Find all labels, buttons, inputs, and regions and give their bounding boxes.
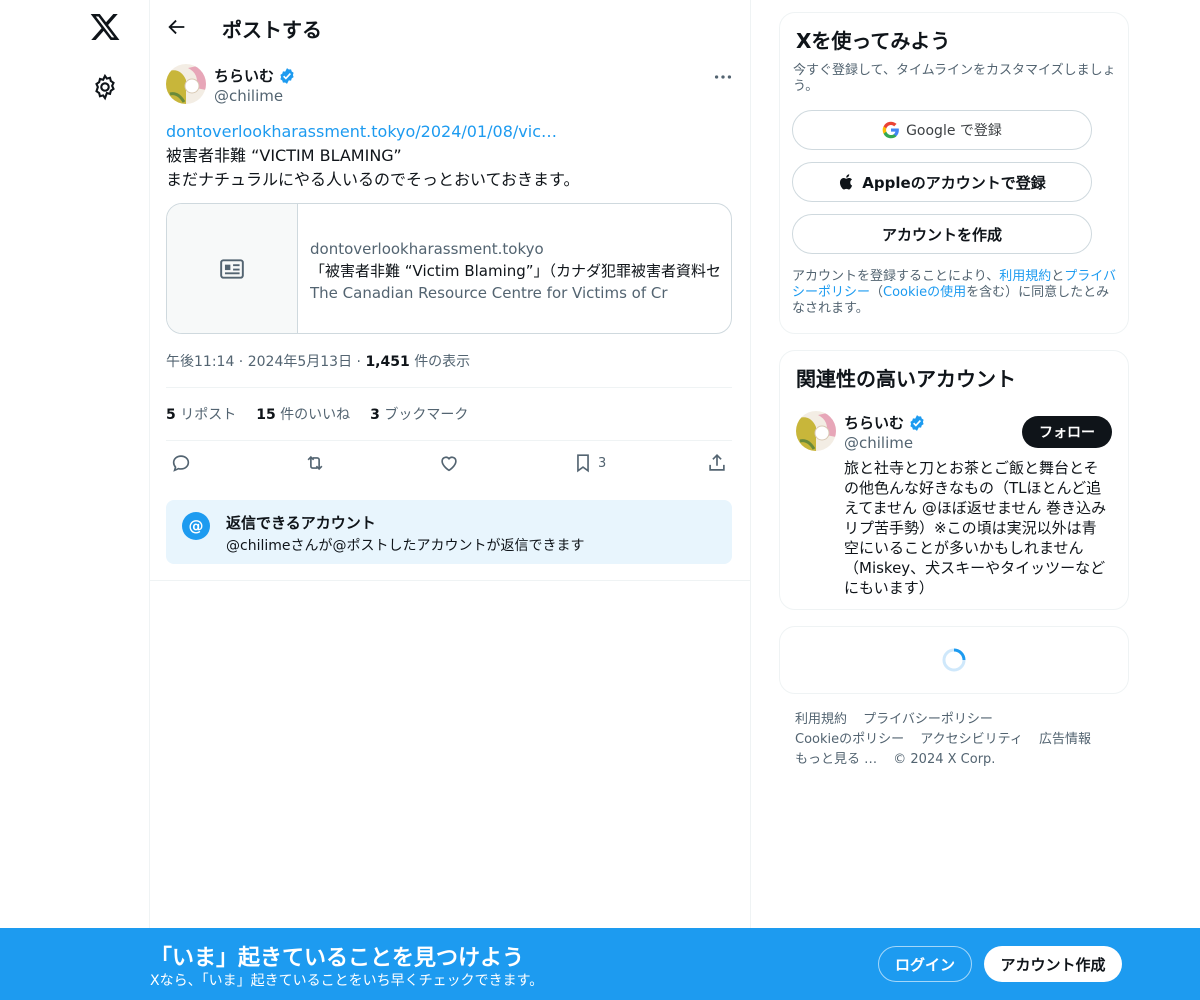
footer-more-link[interactable]: もっと見る … xyxy=(795,752,877,767)
reply-restriction-description: @chilimeさんが@ポストしたアカウントが返信できます xyxy=(226,538,585,554)
author-handle[interactable]: @chilime xyxy=(214,87,283,105)
divider xyxy=(166,440,732,441)
post-text-line-1: 被害者非難 “VICTIM BLAMING” xyxy=(166,146,402,165)
views-count: 1,451 xyxy=(365,354,410,370)
footer-ads-link[interactable]: 広告情報 xyxy=(1039,732,1091,747)
avatar[interactable] xyxy=(796,411,836,451)
footer-cookie-link[interactable]: Cookieのポリシー xyxy=(795,732,904,747)
x-logo-icon[interactable] xyxy=(89,11,121,43)
google-icon xyxy=(882,121,899,139)
share-icon xyxy=(709,454,725,471)
back-arrow-icon[interactable] xyxy=(166,16,188,38)
signup-subtitle: 今すぐ登録して、タイムラインをカスタマイズしましょう。 xyxy=(793,63,1116,94)
author-name[interactable]: ちらいむ xyxy=(214,65,296,86)
article-icon xyxy=(220,259,244,279)
post-meta: 午後11:14 · 2024年5月13日 · 1,451 件の表示 xyxy=(166,354,471,370)
footer-accessibility-link[interactable]: アクセシビリティ xyxy=(920,732,1023,747)
avatar[interactable] xyxy=(166,64,206,104)
bookmark-button[interactable]: 3 xyxy=(572,452,606,474)
post-author: ちらいむ @chilime xyxy=(166,64,734,108)
bottom-bar-subtitle: Xなら、「いま」起きていることをいち早くチェックできます。 xyxy=(150,973,544,989)
repost-button[interactable] xyxy=(304,452,326,474)
repost-icon xyxy=(307,455,323,471)
post-text-line-2: まだナチュラルにやる人いるのでそっとおいておきます。 xyxy=(166,170,580,189)
reply-restriction-notice: @ 返信できるアカウント @chilimeさんが@ポストしたアカウントが返信でき… xyxy=(166,500,732,564)
reply-restriction-title: 返信できるアカウント xyxy=(226,514,376,532)
cookie-link[interactable]: Cookieの使用 xyxy=(883,285,966,300)
loading-panel xyxy=(779,626,1129,694)
like-button[interactable] xyxy=(438,452,460,474)
apple-icon xyxy=(840,174,853,190)
bookmarks-stat[interactable]: 3 ブックマーク xyxy=(370,404,468,424)
footer-copyright: © 2024 X Corp. xyxy=(893,752,996,767)
gear-icon[interactable] xyxy=(91,73,119,101)
page-title: ポストする xyxy=(222,18,322,42)
bookmark-count: 3 xyxy=(598,455,607,471)
post-stats: 5 リポスト 15 件のいいね 3 ブックマーク xyxy=(166,404,468,424)
at-sign-icon: @ xyxy=(182,512,210,540)
footer-privacy-link[interactable]: プライバシーポリシー xyxy=(863,712,993,727)
card-description: The Canadian Resource Centre for Victims… xyxy=(310,284,668,302)
related-account-name[interactable]: ちらいむ xyxy=(844,412,926,433)
card-title: 「被害者非難 “Victim Blaming”」（カナダ犯罪被害者資料セ xyxy=(310,262,722,280)
signup-button[interactable]: アカウント作成 xyxy=(984,946,1122,982)
reply-icon xyxy=(172,455,190,472)
signup-panel: Xを使ってみよう 今すぐ登録して、タイムラインをカスタマイズしましょう。 Goo… xyxy=(779,12,1129,334)
signup-title: Xを使ってみよう xyxy=(796,29,951,53)
related-title: 関連性の高いアカウント xyxy=(796,367,1016,391)
verified-badge-icon xyxy=(280,67,294,84)
main-column: ポストする ちらいむ @chilime dontoverlookharassme… xyxy=(149,0,751,1000)
card-body: dontoverlookharassment.tokyo 「被害者非難 “Vic… xyxy=(310,238,722,304)
signup-terms: アカウントを登録することにより、利用規約とプライバシーポリシー（Cookieの使… xyxy=(792,269,1117,316)
header: ポストする xyxy=(150,0,750,54)
reposts-stat[interactable]: 5 リポスト xyxy=(166,404,236,424)
card-domain: dontoverlookharassment.tokyo xyxy=(310,240,544,258)
apple-signup-button[interactable]: Appleのアカウントで登録 xyxy=(792,162,1092,202)
post-time[interactable]: 午後11:14 xyxy=(166,354,234,370)
post-text: dontoverlookharassment.tokyo/2024/01/08/… xyxy=(166,120,736,192)
bookmark-icon xyxy=(577,454,589,473)
divider xyxy=(166,387,732,388)
create-account-button[interactable]: アカウントを作成 xyxy=(792,214,1092,254)
google-signup-button[interactable]: Google で登録 xyxy=(792,110,1092,150)
footer-links: 利用規約 プライバシーポリシー Cookieのポリシー アクセシビリティ 広告情… xyxy=(795,710,1115,770)
reply-button[interactable] xyxy=(170,452,192,474)
bottom-bar-title: 「いま」起きていることを見つけよう xyxy=(150,946,525,971)
post-actions: 3 xyxy=(166,452,732,478)
link-preview-card[interactable]: dontoverlookharassment.tokyo 「被害者非難 “Vic… xyxy=(166,203,732,334)
post-date[interactable]: 2024年5月13日 xyxy=(248,354,352,370)
divider xyxy=(150,580,750,581)
left-nav xyxy=(0,0,150,1000)
related-accounts-panel: 関連性の高いアカウント ちらいむ @chilime フォロー 旅と社寺と刀とお茶… xyxy=(779,350,1129,610)
post-link[interactable]: dontoverlookharassment.tokyo/2024/01/08/… xyxy=(166,120,736,144)
related-account-bio: 旅と社寺と刀とお茶とご飯と舞台とその他色んな好きなもの（TLほとんど追えてません… xyxy=(844,459,1107,597)
views-label: 件の表示 xyxy=(414,354,471,370)
verified-badge-icon xyxy=(910,414,924,431)
footer-terms-link[interactable]: 利用規約 xyxy=(795,712,847,727)
loading-spinner-icon xyxy=(942,648,966,672)
terms-link[interactable]: 利用規約 xyxy=(999,269,1051,284)
likes-stat[interactable]: 15 件のいいね xyxy=(256,404,350,424)
login-button[interactable]: ログイン xyxy=(878,946,972,982)
more-options-icon[interactable] xyxy=(712,66,734,88)
related-account-handle[interactable]: @chilime xyxy=(844,434,913,452)
follow-button[interactable]: フォロー xyxy=(1022,416,1112,448)
card-thumbnail xyxy=(167,204,298,333)
bottom-signup-bar: 「いま」起きていることを見つけよう Xなら、「いま」起きていることをいち早くチェ… xyxy=(0,928,1200,1000)
share-button[interactable] xyxy=(706,452,728,474)
heart-icon xyxy=(441,456,457,472)
